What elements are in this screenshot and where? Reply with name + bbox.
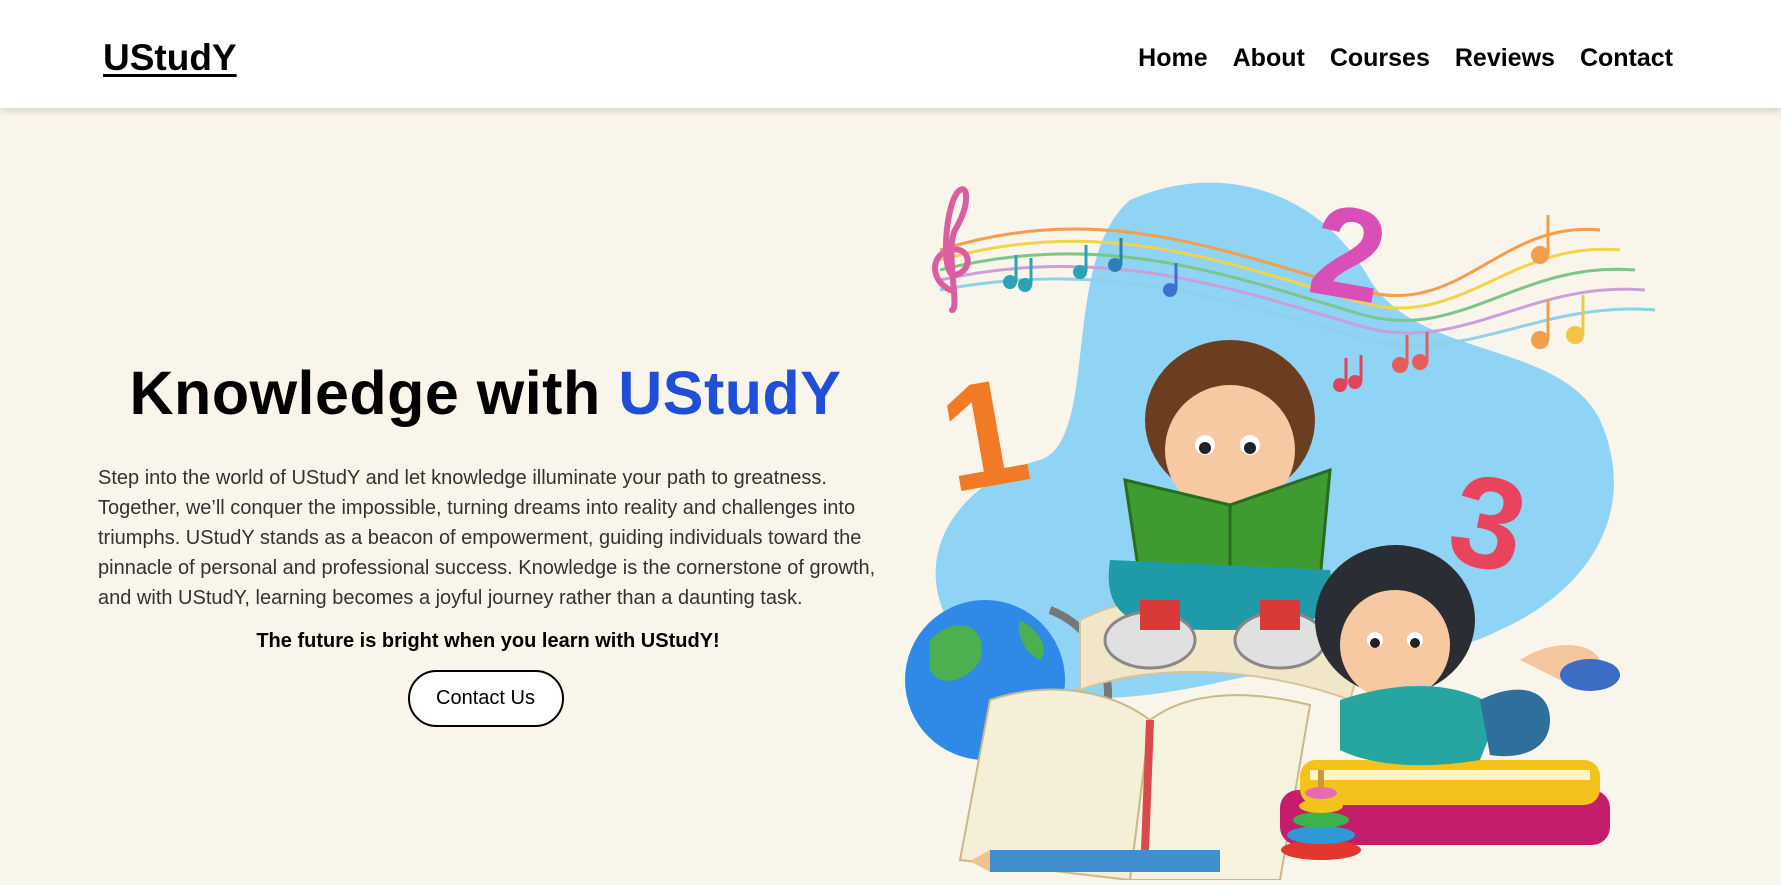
main-nav: Home About Courses Reviews Contact (1138, 44, 1673, 73)
number-one-icon: 1 (928, 344, 1039, 524)
hero-illustration: 1 2 3 (900, 160, 1680, 882)
nav-courses[interactable]: Courses (1330, 44, 1430, 73)
kids-reading-illustration: 1 2 3 (905, 175, 1656, 882)
hero-title-prefix: Knowledge with (129, 359, 601, 427)
nav-home[interactable]: Home (1138, 44, 1207, 73)
nav-contact[interactable]: Contact (1580, 44, 1673, 73)
cta-wrapper: Contact Us (98, 670, 878, 728)
navbar: UStudY Home About Courses Reviews Contac… (0, 0, 1781, 108)
pencil-icon (970, 850, 1220, 872)
hero-paragraph: Step into the world of UStudY and let kn… (98, 467, 876, 610)
site-logo[interactable]: UStudY (103, 37, 237, 79)
hero-section: Knowledge with UStudY Step into the worl… (98, 359, 878, 728)
nav-about[interactable]: About (1233, 44, 1305, 73)
hero-title: Knowledge with UStudY (93, 359, 878, 427)
nav-reviews[interactable]: Reviews (1455, 44, 1555, 73)
contact-us-button[interactable]: Contact Us (407, 670, 564, 728)
hero-tagline: The future is bright when you learn with… (256, 630, 720, 653)
hero-title-brand: UStudY (618, 359, 842, 427)
